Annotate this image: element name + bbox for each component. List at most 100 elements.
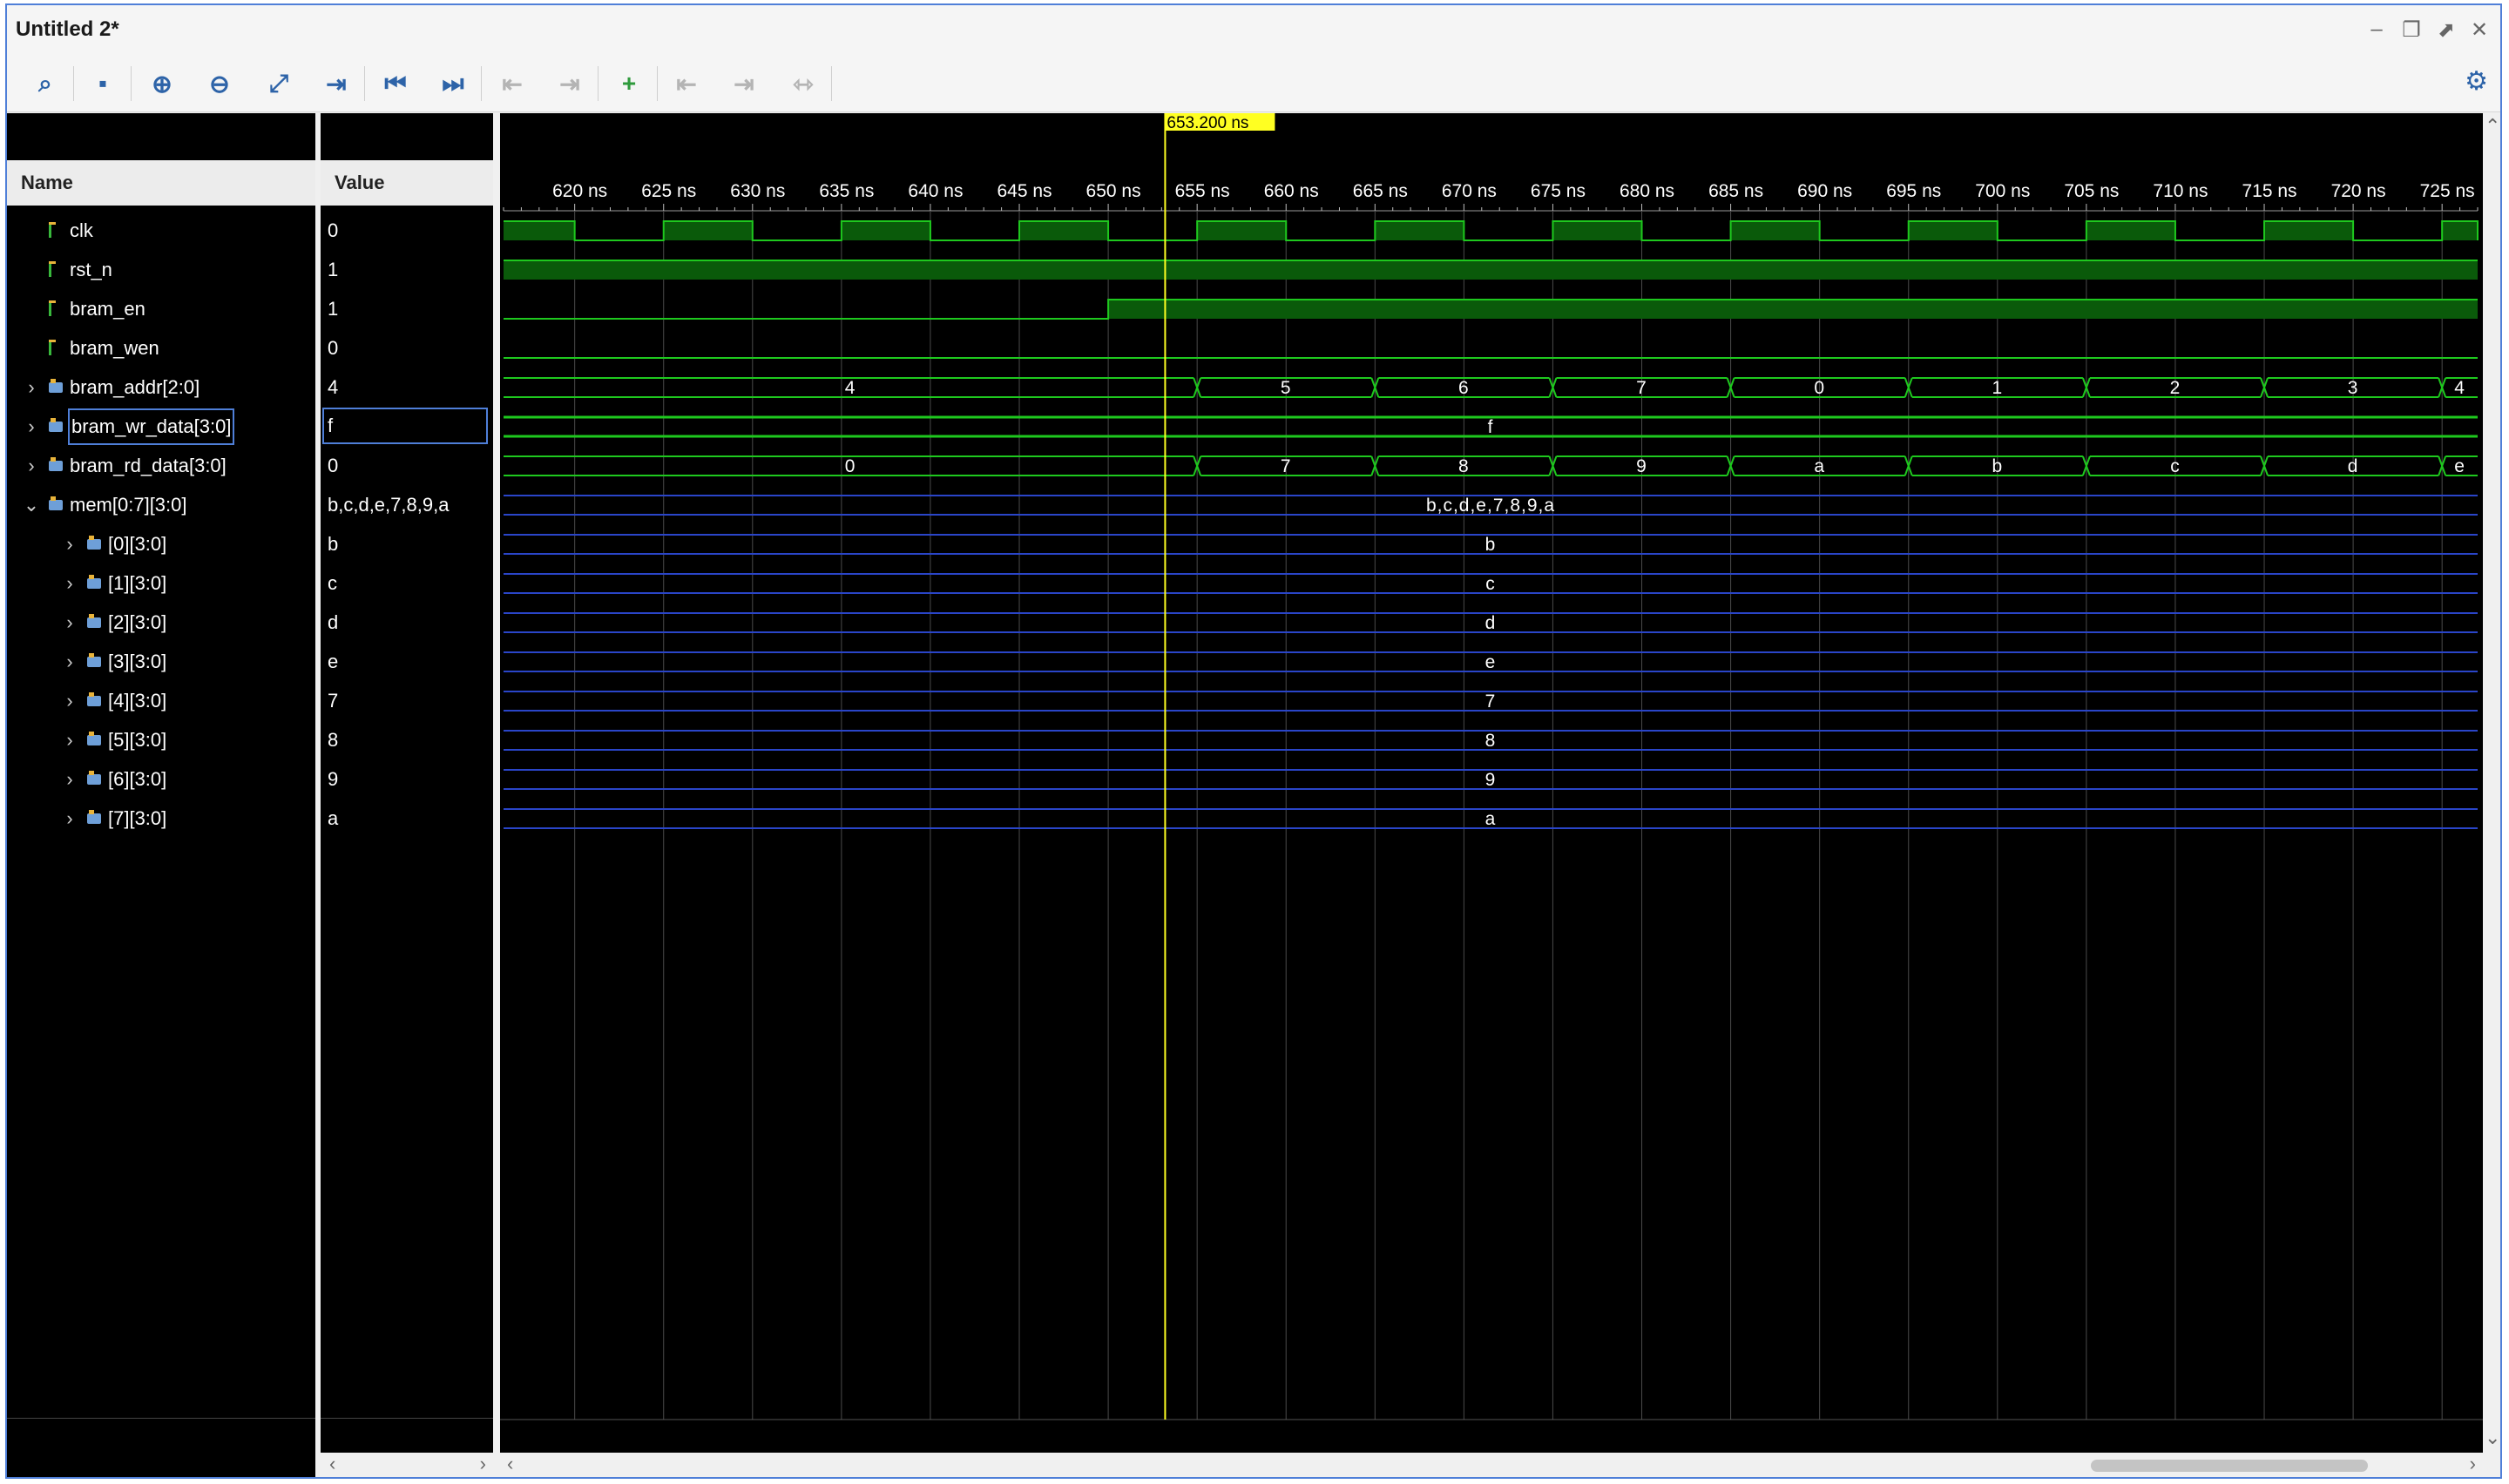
- signal-value-cell[interactable]: 4: [321, 368, 493, 407]
- signal-value-cell[interactable]: 1: [321, 289, 493, 328]
- signal-name: [1][3:0]: [108, 572, 167, 594]
- bus-value-label: 7: [1636, 378, 1647, 398]
- bus-value-label: 9: [1485, 770, 1497, 790]
- waveform-pane[interactable]: 620 ns 625 ns 630 ns 635 ns 640 ns 645 ns 650 …: [500, 113, 2483, 1453]
- expand-chevron-icon[interactable]: ›: [61, 563, 78, 603]
- scroll-left-icon[interactable]: ‹: [507, 1453, 513, 1475]
- signal-row[interactable]: clk: [7, 211, 315, 250]
- go-to-time-zero-icon[interactable]: ⏮: [378, 66, 413, 101]
- signal-value-cell[interactable]: 0: [321, 328, 493, 368]
- expand-chevron-icon[interactable]: ›: [61, 603, 78, 642]
- signal-row[interactable]: › [0][3:0]: [7, 524, 315, 563]
- signal-value: e: [328, 651, 339, 672]
- level-high-region: [504, 260, 2478, 280]
- horizontal-scroll-thumb[interactable]: [2091, 1460, 2368, 1472]
- signal-value-cell[interactable]: 7: [321, 681, 493, 720]
- zoom-out-icon[interactable]: ⊖: [202, 66, 237, 101]
- ruler-tick-label: 675 ns: [1531, 181, 1586, 201]
- zoom-in-icon[interactable]: ⊕: [145, 66, 179, 101]
- close-icon[interactable]: ✕: [2467, 17, 2492, 43]
- signal-value: 0: [328, 337, 339, 359]
- signal-value-cell[interactable]: e: [321, 642, 493, 681]
- signal-row[interactable]: › [7][3:0]: [7, 799, 315, 838]
- signal-row[interactable]: rst_n: [7, 250, 315, 289]
- value-column-header[interactable]: Value: [321, 160, 493, 206]
- clock-high-region: [1197, 221, 1287, 240]
- signal-row[interactable]: bram_wen: [7, 328, 315, 368]
- signal-row[interactable]: › bram_wr_data[3:0]: [7, 407, 315, 446]
- vertical-scrollbar[interactable]: ⌃ ⌄: [2483, 113, 2500, 1453]
- signal-value-cell[interactable]: 8: [321, 720, 493, 759]
- waveform-canvas[interactable]: 620 ns 625 ns 630 ns 635 ns 640 ns 645 ns 650 …: [500, 113, 2483, 1453]
- signal-name: bram_wen: [70, 337, 159, 359]
- signal-row[interactable]: bram_en: [7, 289, 315, 328]
- expand-chevron-icon[interactable]: ›: [23, 407, 40, 446]
- value-scrollbar[interactable]: ‹ ›: [321, 1453, 493, 1477]
- signal-row[interactable]: › [3][3:0]: [7, 642, 315, 681]
- signal-value-cell[interactable]: 0: [321, 211, 493, 250]
- signal-name: bram_en: [70, 298, 145, 320]
- expand-chevron-icon[interactable]: ›: [23, 368, 40, 407]
- signal-value-cell[interactable]: 1: [321, 250, 493, 289]
- ruler-tick-label: 710 ns: [2153, 181, 2208, 201]
- scroll-up-icon[interactable]: ⌃: [2485, 115, 2500, 138]
- signal-row[interactable]: › [4][3:0]: [7, 681, 315, 720]
- expand-chevron-icon[interactable]: ›: [61, 681, 78, 720]
- maximize-icon[interactable]: ⬈: [2434, 17, 2458, 43]
- signal-value-cell[interactable]: a: [321, 799, 493, 838]
- signal-row[interactable]: › bram_addr[2:0]: [7, 368, 315, 407]
- bus-value-label: f: [1488, 417, 1494, 437]
- value-scroll-left-icon[interactable]: ‹: [329, 1453, 335, 1475]
- gear-icon[interactable]: ⚙: [2465, 66, 2488, 97]
- horizontal-scrollbar[interactable]: ‹ ›: [500, 1453, 2483, 1477]
- ruler-tick-label: 720 ns: [2331, 181, 2386, 201]
- search-icon[interactable]: ⌕: [28, 66, 63, 101]
- go-to-last-time-icon[interactable]: ⏭: [436, 66, 470, 101]
- signal-value-cell[interactable]: b: [321, 524, 493, 563]
- value-scroll-right-icon[interactable]: ›: [480, 1453, 486, 1475]
- expand-chevron-icon[interactable]: ›: [61, 759, 78, 799]
- signal-row[interactable]: › bram_rd_data[3:0]: [7, 446, 315, 485]
- expand-chevron-icon[interactable]: ›: [61, 642, 78, 681]
- expand-chevron-icon[interactable]: ›: [23, 446, 40, 485]
- bus-value-label: e: [2454, 456, 2465, 476]
- clock-high-region: [504, 221, 575, 240]
- ruler-tick-label: 625 ns: [641, 181, 696, 201]
- wave-splitter[interactable]: [493, 113, 500, 1477]
- expand-chevron-icon[interactable]: ›: [61, 524, 78, 563]
- expand-chevron-icon[interactable]: ›: [61, 799, 78, 838]
- signal-row[interactable]: ⌄ mem[0:7][3:0]: [7, 485, 315, 524]
- signal-value: 0: [328, 219, 339, 241]
- save-icon[interactable]: ▪: [85, 66, 120, 101]
- bus-signal-icon: [87, 653, 101, 669]
- signal-value-cell[interactable]: 0: [321, 446, 493, 485]
- minimize-icon[interactable]: –: [2364, 17, 2389, 42]
- bus-signal-icon: [87, 575, 101, 590]
- signal-value-cell[interactable]: b,c,d,e,7,8,9,a: [321, 485, 493, 524]
- wire-signal-icon: [49, 340, 65, 355]
- signal-value-cell[interactable]: 9: [321, 759, 493, 799]
- expand-chevron-icon[interactable]: ›: [61, 720, 78, 759]
- signal-value-cell[interactable]: c: [321, 563, 493, 603]
- scroll-down-icon[interactable]: ⌄: [2485, 1427, 2500, 1449]
- signal-row[interactable]: › [5][3:0]: [7, 720, 315, 759]
- signal-row[interactable]: › [6][3:0]: [7, 759, 315, 799]
- signal-row[interactable]: › [2][3:0]: [7, 603, 315, 642]
- bus-value-label: d: [1485, 613, 1497, 633]
- collapse-chevron-icon[interactable]: ⌄: [23, 485, 40, 524]
- zoom-fit-icon[interactable]: ⤢: [261, 66, 296, 101]
- signal-row[interactable]: › [1][3:0]: [7, 563, 315, 603]
- clock-high-region: [1730, 221, 1820, 240]
- signal-name: bram_rd_data[3:0]: [70, 455, 227, 476]
- bus-signal-icon: [87, 692, 101, 708]
- name-column-pane: Name clk rst_n bram_en bram_wen › bram_addr[2…: [7, 113, 315, 1477]
- signal-value: c: [328, 572, 337, 594]
- name-column-header[interactable]: Name: [7, 160, 315, 206]
- go-to-cursor-icon[interactable]: ⇥: [319, 66, 354, 101]
- add-marker-icon[interactable]: +: [612, 66, 646, 101]
- signal-value-cell[interactable]: f: [321, 407, 493, 446]
- scroll-right-icon[interactable]: ›: [2470, 1453, 2476, 1475]
- restore-icon[interactable]: ❐: [2399, 17, 2424, 43]
- next-transition-icon: ⇥: [559, 70, 580, 98]
- signal-value-cell[interactable]: d: [321, 603, 493, 642]
